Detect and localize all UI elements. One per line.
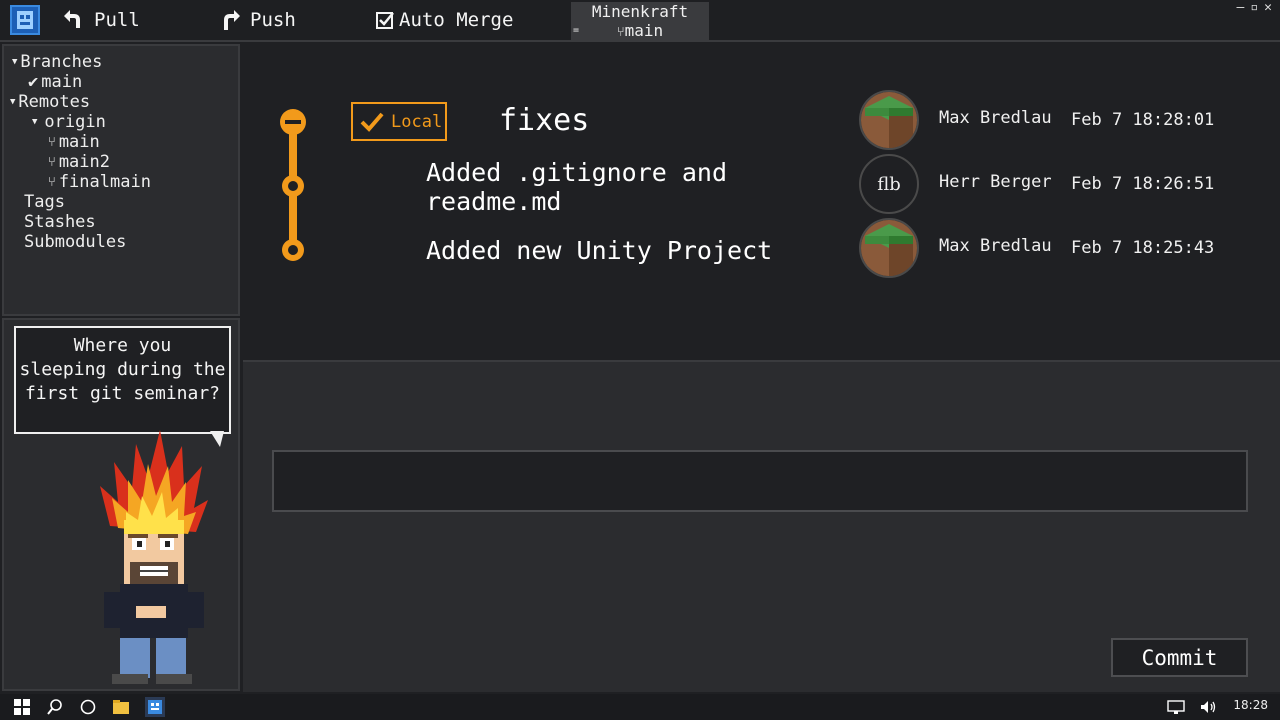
toolbar: Pull Push Auto Merge Minenkraft ⑂main = … [0, 0, 1280, 42]
commit-message[interactable]: fixes [499, 106, 589, 136]
avatar: flb [859, 154, 919, 214]
checkbox-checked-icon[interactable] [375, 10, 395, 30]
stashes-label: Stashes [24, 212, 96, 232]
tree-remote-branch[interactable]: ⑂ main [48, 132, 100, 152]
auto-merge-label: Auto Merge [399, 9, 514, 31]
search-icon[interactable] [45, 697, 65, 717]
local-badge-label: Local [391, 111, 443, 132]
tree-branch-main[interactable]: ✔ main [28, 72, 82, 92]
volume-icon[interactable] [1198, 697, 1218, 717]
push-button[interactable]: Push [218, 0, 296, 40]
remote-branch-label: main [58, 132, 100, 152]
commit-message[interactable]: Added .gitignore and readme.md [426, 158, 727, 216]
grass-block-icon [861, 92, 917, 148]
tree-remote-origin[interactable]: ▼ origin [32, 112, 106, 132]
branch-icon: ⑂ [616, 25, 625, 40]
drag-handle-icon[interactable]: = [573, 21, 579, 40]
caret-down-icon[interactable]: ▼ [12, 57, 17, 67]
branch-icon: ⑂ [48, 174, 56, 190]
commit-author: Max Bredlau [939, 236, 1052, 256]
branches-label: Branches [20, 52, 103, 72]
taskbar-clock[interactable]: 18:28 [1233, 698, 1268, 712]
remote-branch-label: finalmain [58, 172, 151, 192]
check-icon: ✔ [28, 72, 39, 92]
pull-label: Pull [94, 9, 140, 31]
caret-down-icon[interactable]: ▼ [10, 97, 15, 107]
branch-icon: ⑂ [48, 154, 56, 170]
push-label: Push [250, 9, 296, 31]
network-icon[interactable] [1166, 697, 1186, 717]
speech-line: Where you [73, 335, 172, 356]
commit-message-line: Added .gitignore and [426, 158, 728, 187]
tree-tags[interactable]: Tags [24, 192, 65, 212]
avatar [859, 90, 919, 150]
task-view-icon[interactable] [78, 697, 98, 717]
branch-icon: ⑂ [48, 134, 56, 150]
app-taskbar-icon[interactable] [145, 697, 165, 717]
tags-label: Tags [24, 192, 65, 212]
pull-button[interactable]: Pull [62, 0, 140, 40]
tree-remote-branch[interactable]: ⑂ main2 [48, 152, 110, 172]
caret-down-icon[interactable]: ▼ [32, 117, 37, 127]
close-button[interactable]: ✕ [1264, 0, 1272, 15]
avatar [859, 218, 919, 278]
tree-submodules[interactable]: Submodules [24, 232, 126, 252]
commit-graph [280, 109, 306, 261]
restore-button[interactable]: ▫ [1250, 0, 1258, 15]
repo-name: Minenkraft [591, 2, 689, 21]
commit-history: Local fixes Max Bredlau Feb 7 18:28:01 A… [243, 44, 1280, 360]
pull-icon [64, 10, 80, 28]
speech-line: first git seminar? [24, 383, 221, 404]
minimize-button[interactable]: – [1237, 0, 1245, 15]
commit-date: Feb 7 18:25:43 [1071, 238, 1215, 258]
windows-start-icon[interactable] [12, 697, 32, 717]
tree-stashes[interactable]: Stashes [24, 212, 96, 232]
tree-remote-branch[interactable]: ⑂ finalmain [48, 172, 151, 192]
remotes-label: Remotes [18, 92, 91, 112]
commit-date: Feb 7 18:28:01 [1071, 110, 1215, 130]
repo-branch-line: ⑂main [571, 21, 709, 42]
taskbar: 18:28 [0, 694, 1280, 720]
repo-tab[interactable]: Minenkraft ⑂main = [571, 2, 709, 42]
sidebar-tree: ▼ Branches ✔ main ▼ Remotes ▼ origin ⑂ m… [2, 44, 240, 316]
remote-branch-label: main2 [58, 152, 110, 172]
tree-branches[interactable]: ▼ Branches [12, 52, 102, 72]
commit-panel: Commit [243, 360, 1280, 692]
speech-line: sleeping during the [19, 359, 226, 380]
commit-message-input[interactable] [272, 450, 1248, 512]
commit-author: Herr Berger [939, 172, 1052, 192]
commit-message[interactable]: Added new Unity Project [426, 236, 772, 265]
mascot-panel: Where you sleeping during the first git … [2, 318, 240, 691]
flaming-head-mascot [100, 430, 208, 684]
submodules-label: Submodules [24, 232, 127, 252]
commit-author: Max Bredlau [939, 108, 1052, 128]
commit-date: Feb 7 18:26:51 [1071, 174, 1215, 194]
file-explorer-icon[interactable] [111, 697, 131, 717]
remote-name: origin [44, 112, 106, 132]
auto-merge-toggle[interactable]: Auto Merge [375, 0, 513, 40]
branch-label: main [41, 72, 83, 92]
window-controls: – ▫ ✕ [1237, 0, 1272, 15]
check-icon [360, 112, 384, 132]
commit-button[interactable]: Commit [1111, 638, 1248, 677]
app-logo-icon[interactable] [10, 5, 40, 35]
local-branch-badge[interactable]: Local [351, 102, 447, 141]
grass-block-icon [861, 220, 917, 276]
push-icon [224, 10, 240, 30]
tree-remotes[interactable]: ▼ Remotes [10, 92, 90, 112]
commit-message-line: readme.md [426, 187, 562, 216]
avatar-initials: flb [877, 173, 901, 195]
repo-branch: main [624, 21, 664, 40]
